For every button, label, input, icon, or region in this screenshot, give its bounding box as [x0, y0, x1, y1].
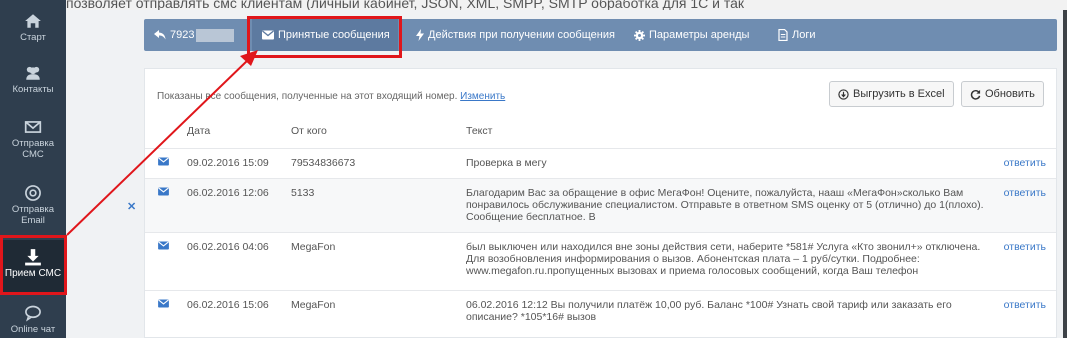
annotation-arrow [66, 50, 258, 236]
